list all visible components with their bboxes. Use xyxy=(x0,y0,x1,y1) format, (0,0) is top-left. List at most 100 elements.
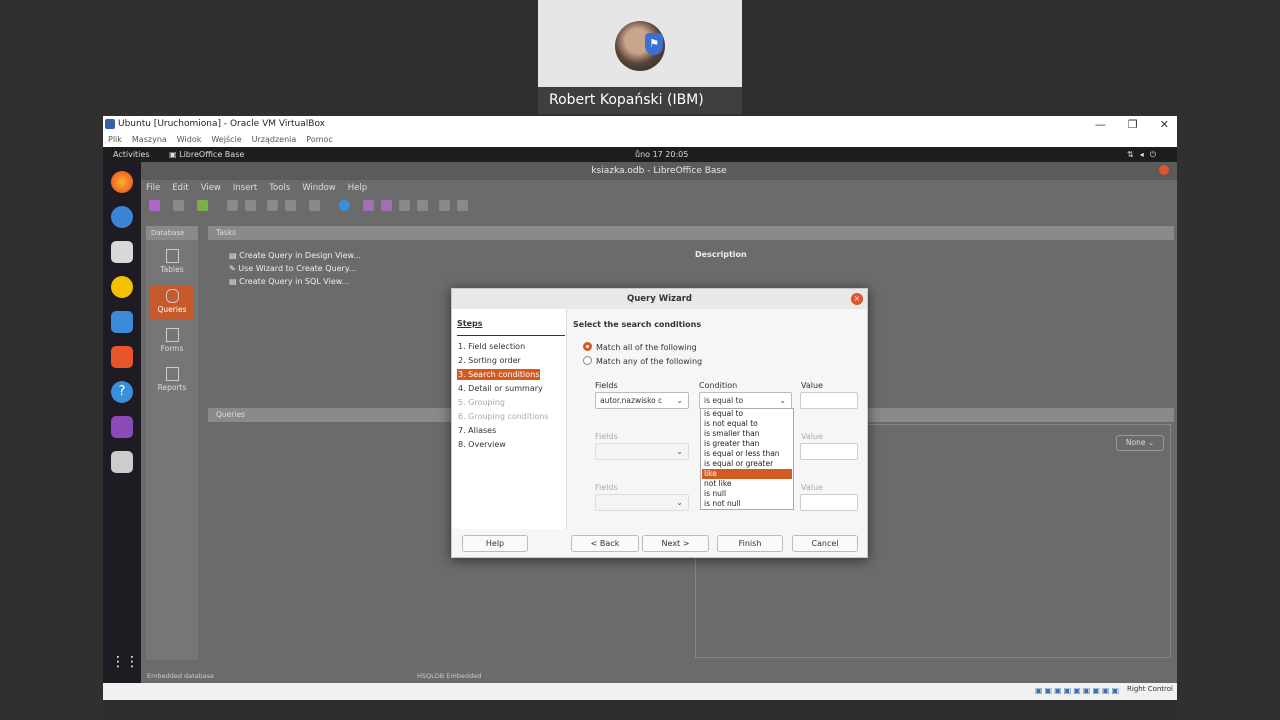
close-icon[interactable]: ✕ xyxy=(1160,116,1169,133)
sort-desc-icon[interactable] xyxy=(285,200,296,211)
option-is-not-equal-to[interactable]: is not equal to xyxy=(702,419,792,429)
clock[interactable]: ůno 17 20:05 xyxy=(635,147,688,162)
step-aliases[interactable]: 7. Aliases xyxy=(457,425,497,436)
menu-help[interactable]: Help xyxy=(348,180,367,196)
sort-asc-icon[interactable] xyxy=(267,200,278,211)
active-app-label[interactable]: ▣ LibreOffice Base xyxy=(169,147,244,162)
menu-widok[interactable]: Widok xyxy=(177,133,202,147)
vbox-title: Ubuntu [Uruchomiona] - Oracle VM Virtual… xyxy=(118,119,326,129)
menu-tools[interactable]: Tools xyxy=(269,180,290,196)
field1-select[interactable]: autor.nazwisko c ⌄ xyxy=(595,392,689,409)
minimize-icon[interactable]: — xyxy=(1095,116,1106,133)
field2-select[interactable]: ⌄ xyxy=(595,443,689,460)
save-icon[interactable] xyxy=(197,200,208,211)
status-db-type: Embedded database xyxy=(147,672,215,680)
option-is-equal-or-greater-than[interactable]: is equal or greater than xyxy=(702,459,792,478)
menu-maszyna[interactable]: Maszyna xyxy=(132,133,167,147)
field3-select[interactable]: ⌄ xyxy=(595,494,689,511)
form-icon[interactable] xyxy=(309,200,320,211)
option-is-smaller-than[interactable]: is smaller than xyxy=(702,429,792,439)
table-icon[interactable] xyxy=(363,200,374,211)
report-icon[interactable] xyxy=(417,200,428,211)
lo-close-icon[interactable] xyxy=(1159,165,1169,175)
lo-menu-bar: File Edit View Insert Tools Window Help xyxy=(141,180,1177,196)
option-is-not-null[interactable]: is not null xyxy=(702,499,792,509)
relation-icon[interactable] xyxy=(439,200,450,211)
step-search-conditions[interactable]: 3. Search conditions xyxy=(457,369,541,380)
participant-name: Robert Kopański (IBM) xyxy=(538,87,742,114)
menu-wejscie[interactable]: Wejście xyxy=(211,133,241,147)
ubuntu-dock: ? ⋮⋮⋮ xyxy=(103,162,153,683)
status-engine: HSQLDB Embedded xyxy=(417,672,482,680)
meeting-bottom-strip xyxy=(103,700,1177,720)
menu-edit[interactable]: Edit xyxy=(172,180,188,196)
finish-button[interactable]: Finish xyxy=(717,535,783,552)
tasks-header: Tasks xyxy=(208,226,1174,240)
system-tray-icons[interactable]: ⇅◂⏻ xyxy=(1127,147,1162,162)
back-button[interactable]: < Back xyxy=(571,535,639,552)
virtualbox-icon xyxy=(105,119,115,129)
db-item-reports[interactable]: Reports xyxy=(150,364,194,398)
close-icon[interactable]: × xyxy=(851,293,863,305)
firefox-icon[interactable] xyxy=(111,171,133,193)
menu-urzadzenia[interactable]: Urządzenia xyxy=(252,133,297,147)
menu-plik[interactable]: Plik xyxy=(108,133,122,147)
menu-pomoc[interactable]: Pomoc xyxy=(306,133,333,147)
copy-icon[interactable] xyxy=(227,200,238,211)
step-sorting-order[interactable]: 2. Sorting order xyxy=(457,355,522,366)
database-header: Database xyxy=(146,226,198,240)
info-icon[interactable] xyxy=(339,200,350,211)
host-key-label: Right Control xyxy=(1127,685,1173,693)
menu-file[interactable]: File xyxy=(146,180,160,196)
form-design-icon[interactable] xyxy=(399,200,410,211)
query-icon[interactable] xyxy=(381,200,392,211)
filter-icon[interactable] xyxy=(457,200,468,211)
option-like[interactable]: like xyxy=(702,469,792,479)
db-item-forms[interactable]: Forms xyxy=(150,325,194,359)
option-is-equal-or-less-than[interactable]: is equal or less than xyxy=(702,449,792,459)
value3-input[interactable] xyxy=(800,494,858,511)
files-icon[interactable] xyxy=(111,241,133,263)
value2-input[interactable] xyxy=(800,443,858,460)
option-is-equal-to[interactable]: is equal to xyxy=(702,409,792,419)
database-panel: Tables Queries Forms Reports xyxy=(146,240,198,660)
menu-view[interactable]: View xyxy=(201,180,221,196)
open-icon[interactable] xyxy=(173,200,184,211)
help-button[interactable]: Help xyxy=(462,535,528,552)
apps-grid-icon[interactable]: ⋮⋮⋮ xyxy=(111,651,153,673)
step-field-selection[interactable]: 1. Field selection xyxy=(457,341,526,352)
trash-icon[interactable] xyxy=(111,451,133,473)
menu-insert[interactable]: Insert xyxy=(233,180,257,196)
base-icon[interactable] xyxy=(111,416,133,438)
step-detail-summary[interactable]: 4. Detail or summary xyxy=(457,383,544,394)
option-is-greater-than[interactable]: is greater than xyxy=(702,439,792,449)
software-icon[interactable] xyxy=(111,346,133,368)
new-icon[interactable] xyxy=(149,200,160,211)
step-overview[interactable]: 8. Overview xyxy=(457,439,507,450)
rhythmbox-icon[interactable] xyxy=(111,276,133,298)
value1-input[interactable] xyxy=(800,392,858,409)
activities-button[interactable]: Activities xyxy=(113,147,150,162)
help-icon[interactable]: ? xyxy=(111,381,133,403)
cancel-button[interactable]: Cancel xyxy=(792,535,858,552)
db-item-tables[interactable]: Tables xyxy=(150,246,194,280)
preview-mode-dropdown[interactable]: None ⌄ xyxy=(1116,435,1164,451)
match-all-radio[interactable]: Match all of the following xyxy=(583,342,697,352)
match-any-radio[interactable]: Match any of the following xyxy=(583,356,702,366)
condition1-select[interactable]: is equal to ⌄ xyxy=(699,392,792,409)
paste-icon[interactable] xyxy=(245,200,256,211)
option-is-null[interactable]: is null xyxy=(702,489,792,499)
next-button[interactable]: Next > xyxy=(642,535,709,552)
menu-window[interactable]: Window xyxy=(302,180,336,196)
task-sql-view[interactable]: ▤ Create Query in SQL View... xyxy=(229,277,349,286)
value-label: Value xyxy=(801,432,823,441)
restore-icon[interactable]: ❐ xyxy=(1128,116,1138,133)
thunderbird-icon[interactable] xyxy=(111,206,133,228)
db-item-queries[interactable]: Queries xyxy=(150,286,194,320)
option-not-like[interactable]: not like xyxy=(702,479,792,489)
form-icon xyxy=(165,328,179,342)
task-wizard[interactable]: ✎ Use Wizard to Create Query... xyxy=(229,264,356,273)
vbox-device-icons[interactable]: ▣▣▣▣▣▣▣▣▣ xyxy=(1035,686,1121,695)
task-design-view[interactable]: ▤ Create Query in Design View... xyxy=(229,251,361,260)
writer-icon[interactable] xyxy=(111,311,133,333)
